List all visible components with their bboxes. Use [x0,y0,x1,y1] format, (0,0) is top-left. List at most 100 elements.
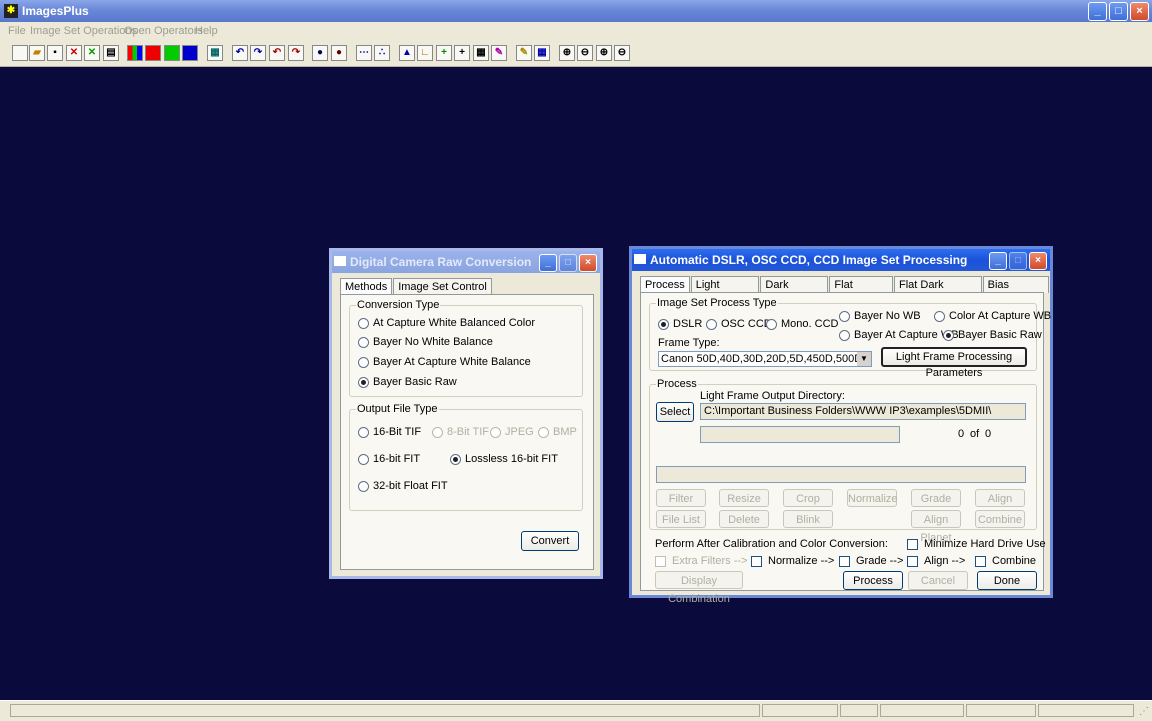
menu-open-operators[interactable]: Open Operators [124,25,203,37]
minimize-hd-checkbox[interactable]: Minimize Hard Drive Use [907,538,1046,550]
conv-at-capture-wb-radio[interactable]: At Capture White Balanced Color [358,317,535,329]
cross-icon[interactable]: + [454,45,470,61]
conv-bayer-no-wb-radio[interactable]: Bayer No White Balance [358,336,493,348]
histogram-icon[interactable]: ▲ [399,45,415,61]
rgb-channels-icon[interactable] [127,45,143,61]
window-icon [634,254,646,264]
out-lossless-fit-radio[interactable]: Lossless 16-bit FIT [450,453,558,465]
output-dir-field[interactable]: C:\Important Business Folders\WWW IP3\ex… [700,403,1026,420]
tab-bias-frames[interactable]: Bias Frames [982,276,1049,305]
print-icon[interactable]: ▤ [103,45,119,61]
convert-button[interactable]: Convert [521,531,579,551]
grade-button: Grade [911,489,961,507]
window-icon [334,256,346,266]
menu-file[interactable]: File [8,25,26,37]
tab-methods[interactable]: Methods [340,278,393,295]
close-icon[interactable]: × [579,254,597,272]
save-icon[interactable]: ▪ [47,45,63,61]
align-checkbox[interactable]: Align --> [907,555,965,567]
bayer-no-wb-radio[interactable]: Bayer No WB [839,310,921,322]
open-folder-icon[interactable]: ▰ [29,45,45,61]
process-button[interactable]: Process [843,571,903,590]
point-select-icon[interactable]: ● [331,45,347,61]
grid-icon[interactable]: ▦ [207,45,223,61]
tab-light-frames[interactable]: Light Frames [690,276,760,305]
bayer-basic-raw-radio[interactable]: Bayer Basic Raw [943,329,1042,341]
progress-field [700,426,900,443]
close-all-icon[interactable]: ✕ [84,45,100,61]
raw-dialog-title: Digital Camera Raw Conversion [350,255,532,269]
ispt-label: Image Set Process Type [656,297,778,309]
undo-all-icon[interactable]: ↶ [269,45,285,61]
blink-button: Blink [783,510,833,528]
close-icon[interactable]: × [1130,2,1149,21]
tab-flat-dark-frames[interactable]: Flat Dark Frames [894,276,982,305]
light-frame-params-button[interactable]: Light Frame Processing Parameters [881,347,1027,379]
out-16bit-fit-radio[interactable]: 16-bit FIT [358,453,420,465]
normalize-checkbox[interactable]: Normalize --> [751,555,834,567]
auto-dialog-titlebar: Automatic DSLR, OSC CCD, CCD Image Set P… [632,249,1050,271]
minimize-icon[interactable]: _ [989,252,1007,270]
count-current: 0 [958,428,965,440]
methods-panel: Conversion Type At Capture White Balance… [340,294,594,570]
zoom-fit-icon[interactable]: ⊕ [596,45,612,61]
tab-flat-frames[interactable]: Flat Frames [829,276,894,305]
zoom-in-icon[interactable]: ⊕ [559,45,575,61]
pencil-icon[interactable]: ✎ [516,45,532,61]
conversion-type-group: Conversion Type At Capture White Balance… [349,299,583,397]
menu-help[interactable]: Help [195,25,218,37]
conv-bayer-basic-raw-radio[interactable]: Bayer Basic Raw [358,376,457,388]
minimize-icon[interactable]: _ [1088,2,1107,21]
file-list-button: File List [656,510,706,528]
combine-checkbox[interactable]: Combine [975,555,1036,567]
align-tsr-button: Align TSR [975,489,1025,523]
crop-button: Crop [783,489,833,507]
zoom-actual-icon[interactable]: ⊖ [614,45,630,61]
curve-icon[interactable]: ∟ [417,45,433,61]
dslr-radio[interactable]: DSLR [658,318,702,330]
crosshair-icon[interactable]: + [436,45,452,61]
tab-image-set-control[interactable]: Image Set Control [393,278,492,295]
select-dir-button[interactable]: Select [656,402,694,422]
out-8bit-tif-radio: 8-Bit TIF [432,426,489,438]
new-file-icon[interactable] [12,45,28,61]
out-16bit-tif-radio[interactable]: 16-Bit TIF [358,426,421,438]
undo-icon[interactable]: ↶ [232,45,248,61]
close-icon[interactable]: × [1029,252,1047,270]
scatter-icon[interactable]: ∴ [374,45,390,61]
color-capture-wb-radio[interactable]: Color At Capture WB [934,310,1051,322]
bayer-capture-wb-radio[interactable]: Bayer At Capture WB [839,329,959,341]
mono-ccd-radio[interactable]: Mono. CCD [766,318,838,330]
red-channel-icon[interactable] [145,45,161,61]
conv-bayer-capture-wb-radio[interactable]: Bayer At Capture White Balance [358,356,531,368]
redo-icon[interactable]: ↷ [250,45,266,61]
out-32bit-float-fit-radio[interactable]: 32-bit Float FIT [358,480,448,492]
frame-type-select[interactable]: Canon 50D,40D,30D,20D,5D,450D,500D,1000D… [658,351,872,367]
status-cell-2 [762,704,838,717]
tab-process[interactable]: Process [640,276,690,293]
osc-ccd-radio[interactable]: OSC CCD [706,318,772,330]
zoom-out-icon[interactable]: ⊖ [577,45,593,61]
maximize-icon[interactable]: □ [1109,2,1128,21]
tab-dark-frames[interactable]: Dark Frames [760,276,829,305]
minimize-icon[interactable]: _ [539,254,557,272]
redo-all-icon[interactable]: ↷ [288,45,304,61]
align-planet-button: Align Planet [911,510,961,544]
menu-image-set-operations[interactable]: Image Set Operations [30,25,137,37]
paint-icon[interactable]: ✎ [491,45,507,61]
dotted-line-icon[interactable]: ⋯ [356,45,372,61]
cancel-button: Cancel [908,571,968,590]
close-image-icon[interactable]: ✕ [66,45,82,61]
done-button[interactable]: Done [977,571,1037,590]
table-icon[interactable]: ▦ [534,45,550,61]
status-cell-4 [880,704,964,717]
grade-checkbox[interactable]: Grade --> [839,555,903,567]
toolbar: ▰ ▪ ✕ ✕ ▤ ▦ ↶ ↷ ↶ ↷ ● ● ⋯ ∴ ▲ ∟ + + ▦ ✎ … [0,40,1152,67]
resize-grip-icon[interactable]: ⋰ [1139,706,1149,717]
process-group-label: Process [656,378,698,390]
calculator-icon[interactable]: ▦ [473,45,489,61]
point-icon[interactable]: ● [312,45,328,61]
green-channel-icon[interactable] [164,45,180,61]
maximize-icon: □ [559,254,577,272]
blue-channel-icon[interactable] [182,45,198,61]
